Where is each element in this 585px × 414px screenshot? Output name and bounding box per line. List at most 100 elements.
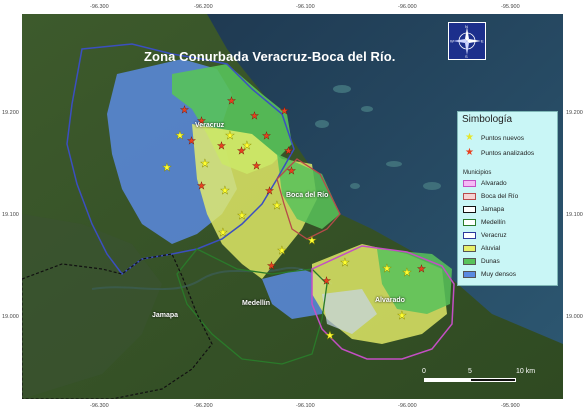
star-yellow: ★ bbox=[382, 263, 392, 275]
coord-top-3: -96.100 bbox=[296, 4, 315, 10]
star-red: ★ bbox=[187, 136, 196, 147]
star-red: ★ bbox=[265, 186, 274, 197]
swatch-medellin bbox=[463, 219, 476, 226]
label-veracruz: Veracruz bbox=[195, 122, 225, 129]
swatch-alvarado bbox=[463, 180, 476, 187]
label-medellin: Medellín bbox=[242, 300, 271, 307]
star-red: ★ bbox=[250, 111, 259, 122]
legend-item-puntos-nuevos: ★ Puntos nuevos bbox=[463, 132, 525, 143]
compass-e: E bbox=[481, 39, 484, 44]
map-frame: -96.300 -96.200 -96.100 -96.000 -95.900 … bbox=[0, 0, 585, 414]
coord-right-3: 19.000 bbox=[566, 314, 583, 320]
legend-item-jamapa: Jamapa bbox=[463, 206, 504, 213]
coord-bottom-5: -95.900 bbox=[501, 403, 520, 409]
star-yellow: ★ bbox=[200, 158, 210, 170]
star-red: ★ bbox=[287, 166, 296, 177]
coord-top-1: -96.300 bbox=[90, 4, 109, 10]
red-star-icon: ★ bbox=[465, 147, 474, 158]
yellow-star-icon: ★ bbox=[465, 132, 474, 143]
coord-right-1: 19.200 bbox=[566, 110, 583, 116]
coord-right-2: 19.100 bbox=[566, 212, 583, 218]
compass-s: S bbox=[465, 54, 468, 59]
legend-label: Muy densos bbox=[481, 271, 517, 278]
legend-item-boca-del-rio: Boca del Río bbox=[463, 193, 518, 200]
swatch-jamapa bbox=[463, 206, 476, 213]
label-jamapa: Jamapa bbox=[152, 312, 179, 319]
star-red: ★ bbox=[280, 106, 289, 117]
star-red: ★ bbox=[217, 141, 226, 152]
scale-segment-white bbox=[424, 378, 470, 382]
star-red: ★ bbox=[322, 276, 331, 287]
label-boca-del-rio: Boca del Río bbox=[286, 192, 329, 199]
reef bbox=[315, 120, 329, 128]
star-red: ★ bbox=[262, 131, 271, 142]
star-red: ★ bbox=[417, 264, 426, 275]
swatch-aluvial bbox=[463, 245, 476, 252]
legend-item-aluvial: Aluvial bbox=[463, 245, 500, 252]
star-yellow: ★ bbox=[277, 245, 287, 257]
coord-left-1: 19.200 bbox=[2, 110, 19, 116]
coord-left-3: 19.000 bbox=[2, 314, 19, 320]
reef bbox=[386, 161, 402, 167]
coord-left-2: 19.100 bbox=[2, 212, 19, 218]
star-yellow: ★ bbox=[340, 257, 350, 269]
reef bbox=[333, 85, 351, 93]
star-yellow: ★ bbox=[220, 185, 230, 197]
legend-item-medellin: Medellín bbox=[463, 219, 506, 226]
legend-label: Dunas bbox=[481, 258, 500, 265]
star-yellow: ★ bbox=[272, 200, 282, 212]
compass-w: W bbox=[450, 39, 454, 44]
compass-n: N bbox=[465, 24, 468, 29]
legend-title: Simbología bbox=[462, 114, 513, 125]
star-yellow: ★ bbox=[218, 227, 228, 239]
coord-bottom-1: -96.300 bbox=[90, 403, 109, 409]
legend-label: Puntos analizados bbox=[481, 149, 535, 157]
compass-rose-icon: N S W E bbox=[448, 22, 486, 60]
compass-rose-svg: N S W E bbox=[450, 24, 484, 59]
swatch-dunas bbox=[463, 258, 476, 265]
star-yellow: ★ bbox=[242, 140, 252, 152]
star-yellow: ★ bbox=[225, 130, 235, 142]
legend-label: Veracruz bbox=[481, 232, 507, 239]
star-red: ★ bbox=[227, 96, 236, 107]
star-yellow: ★ bbox=[237, 210, 247, 222]
star-red: ★ bbox=[252, 161, 261, 172]
coord-bottom-4: -96.000 bbox=[398, 403, 417, 409]
label-alvarado: Alvarado bbox=[375, 297, 405, 304]
star-yellow: ★ bbox=[162, 162, 172, 174]
swatch-veracruz bbox=[463, 232, 476, 239]
legend-item-veracruz: Veracruz bbox=[463, 232, 507, 239]
legend-label: Medellín bbox=[481, 219, 506, 226]
scale-segment-black bbox=[470, 378, 516, 382]
coord-top-4: -96.000 bbox=[398, 4, 417, 10]
reef bbox=[350, 183, 360, 189]
legend-panel: Simbología ★ Puntos nuevos ★ Puntos anal… bbox=[457, 111, 558, 286]
legend-item-dunas: Dunas bbox=[463, 258, 500, 265]
star-yellow: ★ bbox=[402, 267, 412, 279]
scale-tick-5: 5 bbox=[468, 368, 472, 375]
coord-bottom-3: -96.100 bbox=[296, 403, 315, 409]
legend-subtitle: Municipios bbox=[463, 170, 492, 176]
legend-item-muy-densos: Muy densos bbox=[463, 271, 516, 278]
coord-top-2: -96.200 bbox=[194, 4, 213, 10]
legend-item-alvarado: Alvarado bbox=[463, 180, 507, 187]
legend-label: Jamapa bbox=[481, 206, 505, 213]
scale-bar: 0 5 10 km bbox=[420, 365, 540, 385]
scale-tick-10: 10 km bbox=[516, 368, 536, 375]
swatch-boca-del-rio bbox=[463, 193, 476, 200]
star-red: ★ bbox=[180, 105, 189, 116]
swatch-muy-densos bbox=[463, 271, 476, 278]
coord-bottom-2: -96.200 bbox=[194, 403, 213, 409]
scale-tick-0: 0 bbox=[422, 368, 426, 375]
legend-label: Aluvial bbox=[481, 245, 501, 252]
star-yellow: ★ bbox=[397, 310, 407, 322]
star-yellow: ★ bbox=[175, 130, 185, 142]
legend-label: Alvarado bbox=[481, 180, 507, 187]
coord-top-5: -95.900 bbox=[501, 4, 520, 10]
legend-label: Puntos nuevos bbox=[481, 134, 525, 142]
map-title: Zona Conurbada Veracruz-Boca del Río. bbox=[144, 49, 396, 64]
reef bbox=[423, 182, 441, 190]
reef bbox=[361, 106, 373, 112]
star-red: ★ bbox=[284, 146, 293, 157]
legend-item-puntos-analizados: ★ Puntos analizados bbox=[463, 147, 535, 158]
